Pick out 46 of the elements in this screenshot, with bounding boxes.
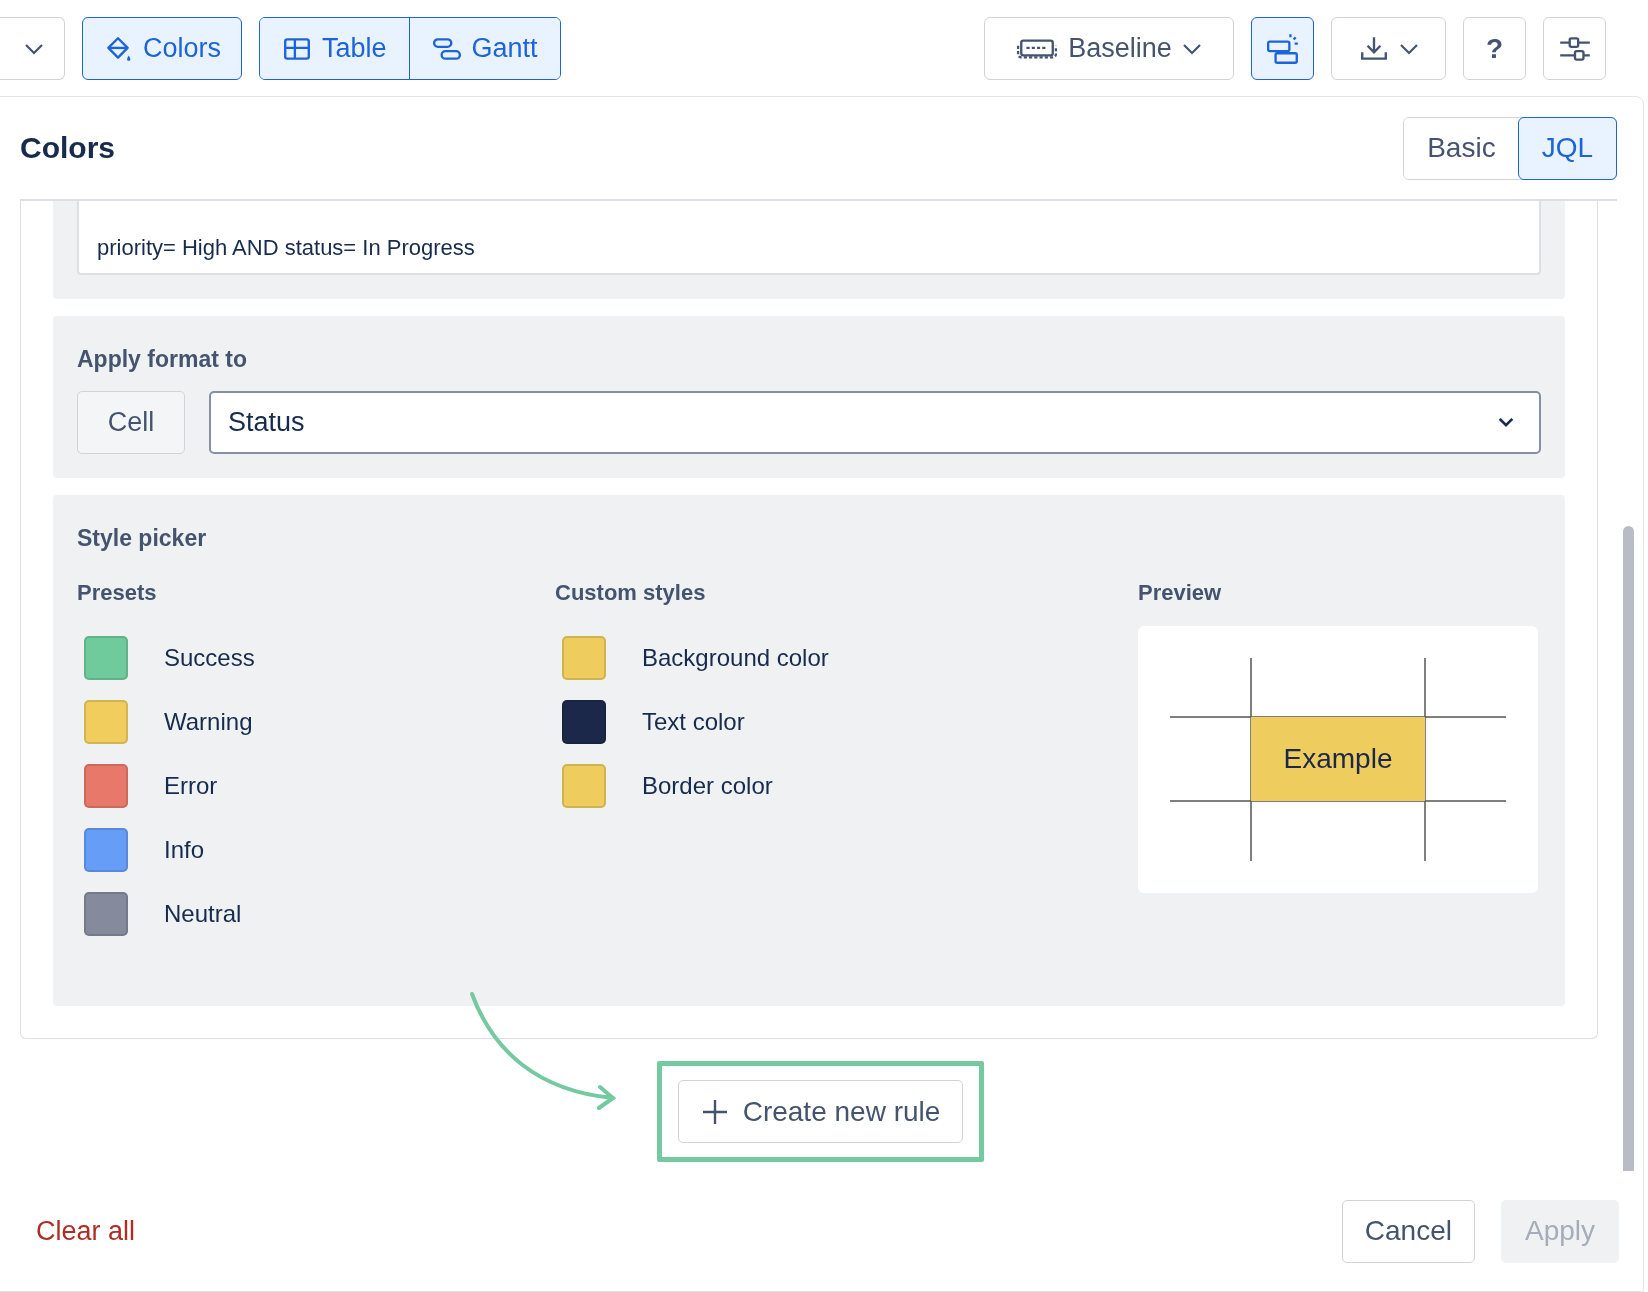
chevron-down-icon [1398, 42, 1419, 55]
layout-button[interactable] [1251, 17, 1314, 80]
color-swatch[interactable] [84, 636, 128, 680]
create-rule-button[interactable]: Create new rule [677, 1080, 964, 1143]
column-heading: Presets [77, 580, 158, 606]
panel-title: Colors [20, 131, 115, 165]
field-select[interactable]: Status [209, 391, 1541, 454]
query-field[interactable]: priority= High AND status= In Progress [77, 201, 1541, 275]
mode-tab[interactable]: JQL [1518, 117, 1616, 179]
example-cell: Example [1251, 717, 1425, 801]
settings-button[interactable] [1543, 17, 1606, 80]
column-heading: Custom styles [555, 580, 707, 606]
preset-label: Info [164, 836, 205, 864]
preset-label: Neutral [164, 900, 242, 928]
view-tab[interactable]: Gantt [408, 18, 560, 79]
style-label: Border color [642, 772, 773, 800]
chevron-down-icon [1181, 42, 1202, 55]
color-swatch[interactable] [84, 700, 128, 744]
section-label: Style picker [77, 525, 208, 552]
color-swatch[interactable] [84, 764, 128, 808]
colors-button[interactable]: Colors [82, 17, 243, 80]
color-swatch[interactable] [562, 636, 606, 680]
color-swatch[interactable] [84, 828, 128, 872]
view-tab[interactable]: Table [260, 18, 409, 79]
baseline-button[interactable]: Baseline [984, 17, 1234, 80]
section-label: Apply format to [77, 346, 248, 373]
plus-icon [700, 1097, 729, 1126]
cell-button[interactable]: Cell [77, 391, 185, 454]
style-label: Text color [642, 708, 745, 736]
clear-all-link[interactable]: Clear all [36, 1215, 136, 1247]
preset-label: Error [164, 772, 218, 800]
scrollbar-thumb[interactable] [1622, 526, 1634, 1171]
color-swatch[interactable] [562, 764, 606, 808]
color-swatch[interactable] [84, 892, 128, 936]
cancel-button[interactable]: Cancel [1341, 1199, 1475, 1263]
preset-label: Success [164, 644, 255, 672]
help-button[interactable]: ? [1463, 17, 1526, 80]
download-button[interactable] [1331, 17, 1446, 80]
dropdown-button[interactable] [0, 17, 65, 80]
chevron-down-icon [1497, 417, 1515, 428]
preset-label: Warning [164, 708, 253, 736]
style-label: Background color [642, 644, 829, 672]
column-heading: Preview [1138, 580, 1223, 606]
chevron-down-icon [24, 42, 44, 55]
color-swatch[interactable] [562, 700, 606, 744]
select-value: Status [228, 407, 305, 438]
